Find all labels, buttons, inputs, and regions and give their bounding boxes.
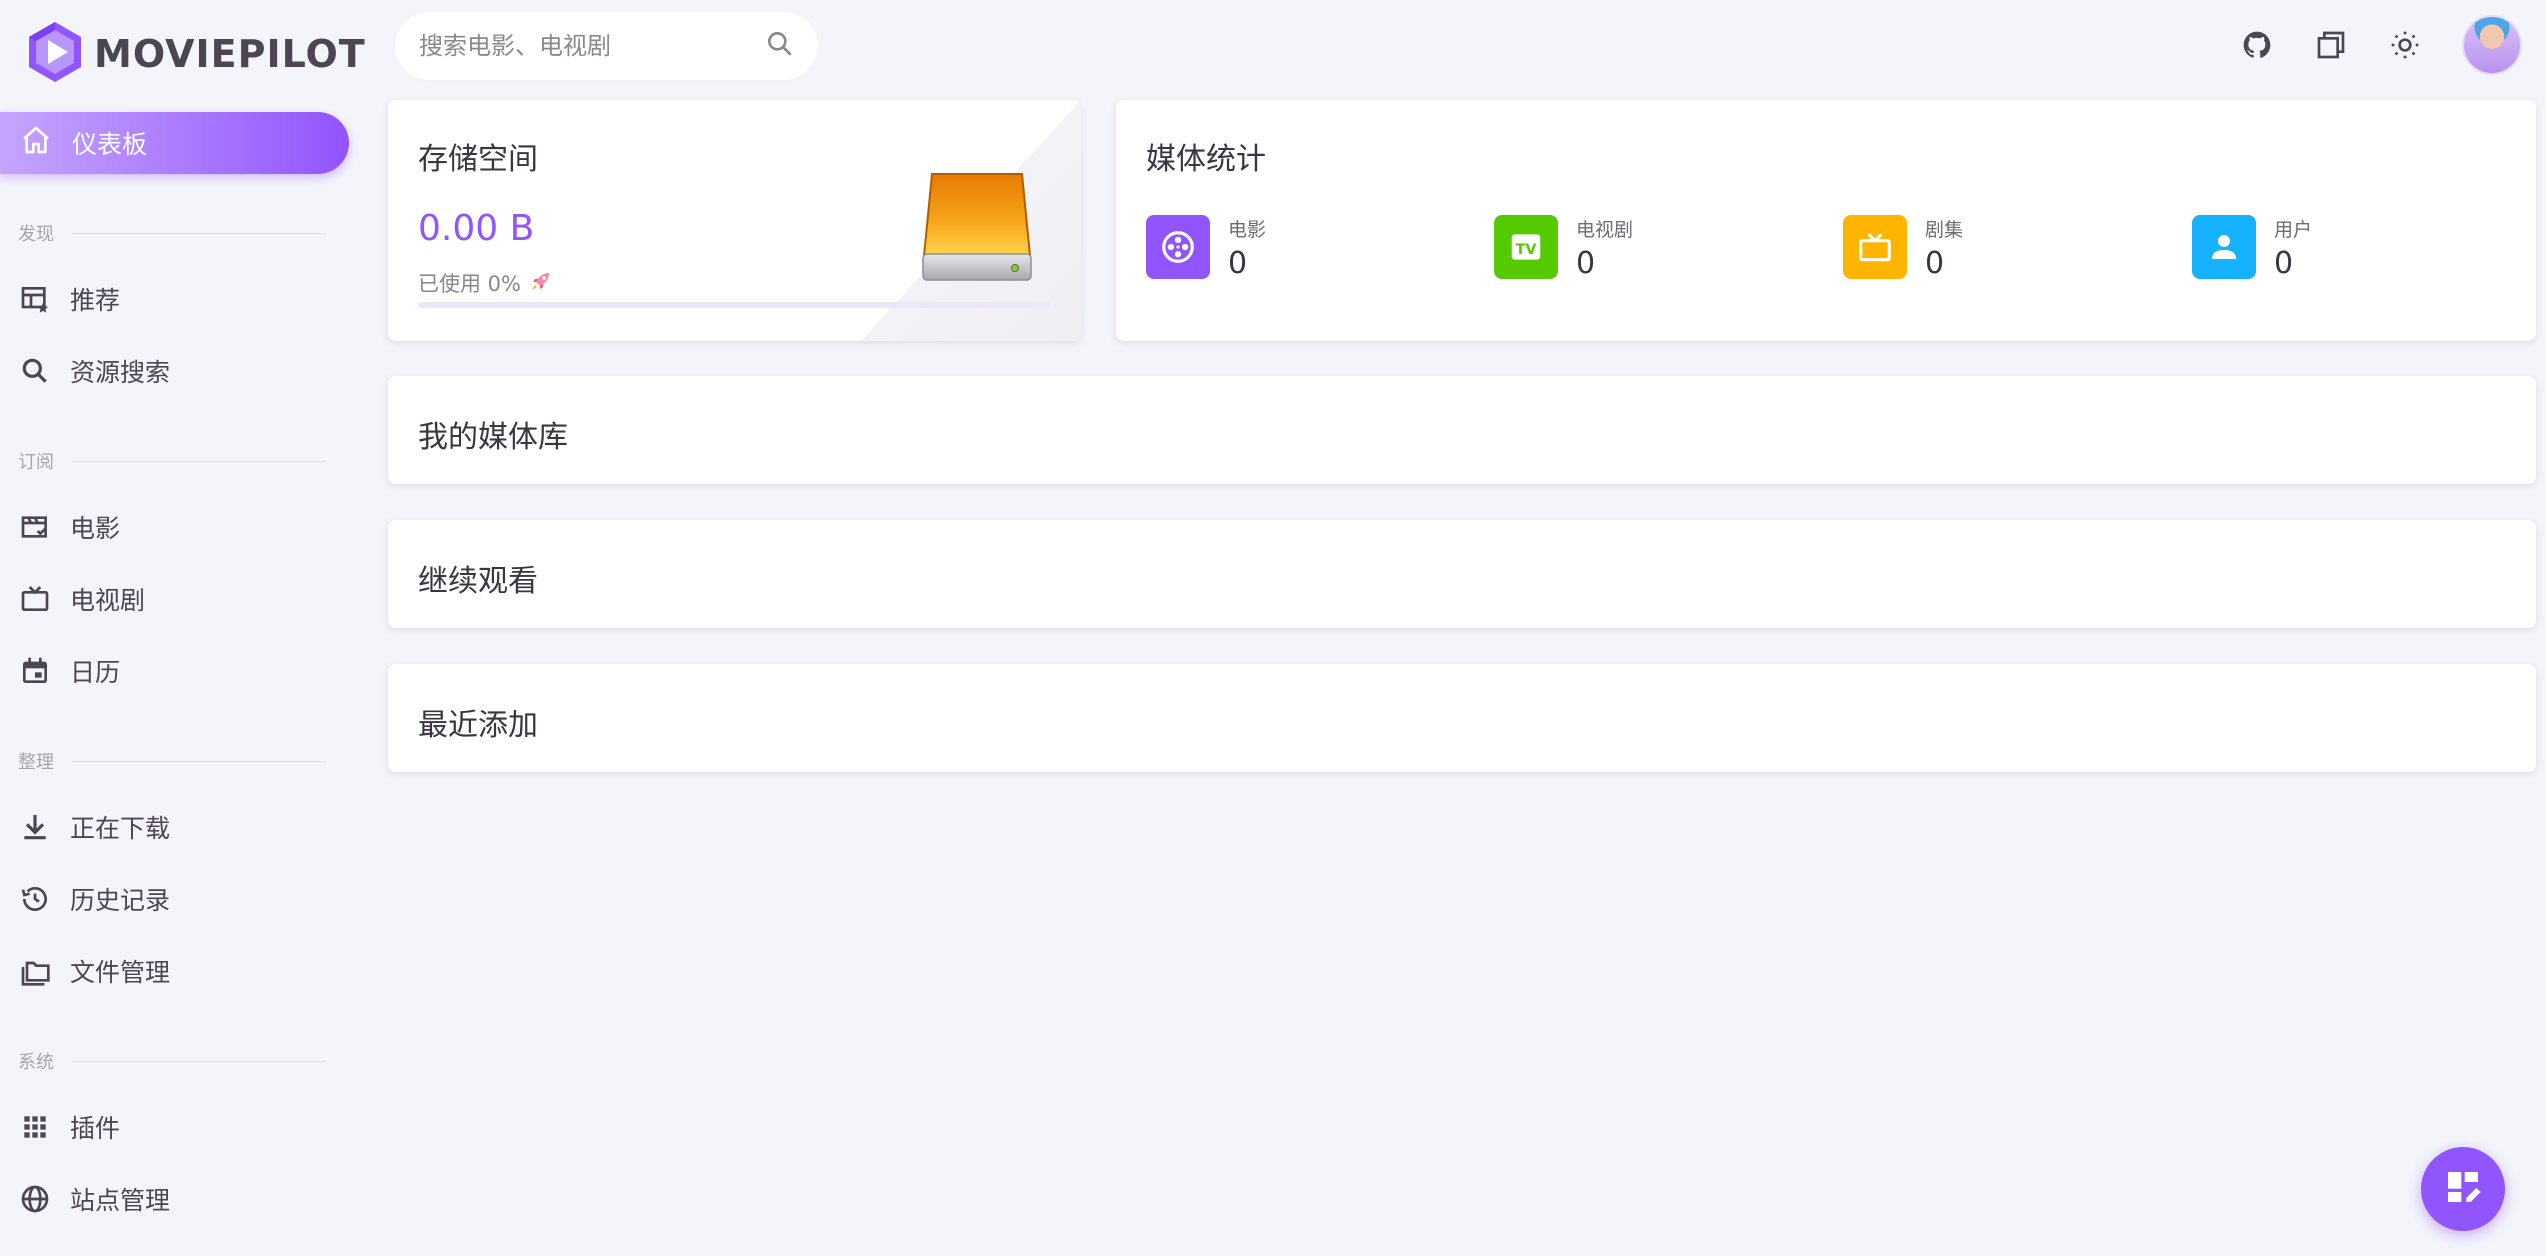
section-label: 发现 [18,224,54,245]
globe-icon [18,1182,52,1216]
sidebar-item-calendar[interactable]: 日历 [18,644,348,698]
home-icon [20,124,52,162]
storage-used-label: 已使用 0% [418,272,521,296]
sidebar-item-label: 仪表板 [72,130,148,159]
film-reel-icon [1146,215,1210,279]
sidebar-item-movies[interactable]: 电影 [18,500,348,554]
storage-progress [418,302,1050,308]
continue-watching-card: 继续观看 [388,520,2536,628]
table-star-icon [18,282,52,316]
sidebar-item-sites[interactable]: 站点管理 [18,1172,348,1226]
sidebar-item-history[interactable]: 历史记录 [18,872,348,926]
svg-text:TV: TV [1516,242,1537,258]
section-label: 系统 [18,1052,54,1073]
rocket-icon [529,269,553,298]
media-stats-card: 媒体统计 电影 0 TV 电视剧 0 剧集 0 用户 0 [1116,100,2536,341]
storage-card: 存储空间 0.00 B 已使用 0% [388,100,1081,341]
search-icon[interactable] [764,28,796,64]
sidebar-item-downloading[interactable]: 正在下载 [18,800,348,854]
github-icon[interactable] [2240,28,2274,62]
folders-icon [18,954,52,988]
app-name: MOVIEPILOT [94,32,366,76]
sidebar-item-recommend[interactable]: 推荐 [18,272,348,326]
stat-value: 0 [1228,246,1248,281]
view-dashboard-edit-icon [2443,1167,2483,1211]
stat-value: 0 [1925,246,1945,281]
search-input[interactable] [419,32,764,60]
divider [72,760,326,762]
my-library-title: 我的媒体库 [418,420,568,455]
divider [72,460,326,462]
section-label: 整理 [18,752,54,773]
sidebar-item-label: 电影 [70,514,121,543]
section-organize: 整理 [18,751,326,773]
sidebar-item-label: 历史记录 [70,886,171,915]
sidebar-item-label: 推荐 [70,286,121,315]
stat-value: 0 [2274,246,2294,281]
top-actions [2240,14,2522,76]
sidebar-item-file-manager[interactable]: 文件管理 [18,944,348,998]
stat-label: 用户 [2274,219,2313,241]
section-system: 系统 [18,1051,326,1073]
logo-icon [26,20,84,88]
movie-check-icon [18,510,52,544]
stat-tv: TV 电视剧 0 [1494,215,1633,281]
storage-used: 已使用 0% [418,268,553,298]
tv-box-icon: TV [1494,215,1558,279]
sidebar-item-tv[interactable]: 电视剧 [18,572,348,626]
stat-label: 剧集 [1925,219,1964,241]
sidebar-item-dashboard[interactable]: 仪表板 [0,112,349,174]
television-icon [1843,215,1907,279]
sidebar-item-plugins[interactable]: 插件 [18,1100,348,1154]
my-library-card: 我的媒体库 [388,376,2536,484]
television-icon [18,582,52,616]
recently-added-title: 最近添加 [418,708,538,743]
search-icon [18,354,52,388]
stat-users: 用户 0 [2192,215,2312,281]
sidebar-item-label: 电视剧 [70,586,146,615]
calendar-icon [18,654,52,688]
avatar[interactable] [2462,15,2522,75]
sidebar-item-label: 正在下载 [70,814,171,843]
storage-value: 0.00 B [418,208,535,249]
sidebar-item-label: 插件 [70,1114,121,1143]
divider [72,232,326,234]
sidebar-item-label: 日历 [70,658,121,687]
divider [72,1060,326,1062]
apps-grid-icon [18,1110,52,1144]
stat-movies: 电影 0 [1146,215,1266,281]
brand[interactable]: MOVIEPILOT [26,22,366,86]
window-restore-icon[interactable] [2314,28,2348,62]
edit-dashboard-button[interactable] [2421,1147,2505,1231]
search-box[interactable] [395,12,818,80]
download-icon [18,810,52,844]
sidebar-item-label: 文件管理 [70,958,171,987]
sidebar: MOVIEPILOT 仪表板 发现 推荐 资源搜索 订阅 电影 电视剧 日历 整… [0,0,365,1256]
section-label: 订阅 [18,452,54,473]
section-subscribe: 订阅 [18,451,326,473]
stat-label: 电视剧 [1576,219,1634,241]
continue-watching-title: 继续观看 [418,564,538,599]
stat-label: 电影 [1228,219,1267,241]
recently-added-card: 最近添加 [388,664,2536,772]
sidebar-item-label: 资源搜索 [70,358,171,387]
hard-drive-icon [920,168,1034,286]
user-icon [2192,215,2256,279]
media-stats-title: 媒体统计 [1146,142,1266,177]
sidebar-item-resource-search[interactable]: 资源搜索 [18,344,348,398]
theme-toggle-icon[interactable] [2388,28,2422,62]
stat-episodes: 剧集 0 [1843,215,1963,281]
section-discover: 发现 [18,223,326,245]
stat-value: 0 [1576,246,1596,281]
sidebar-item-label: 站点管理 [70,1186,171,1215]
storage-title: 存储空间 [418,142,538,177]
history-icon [18,882,52,916]
